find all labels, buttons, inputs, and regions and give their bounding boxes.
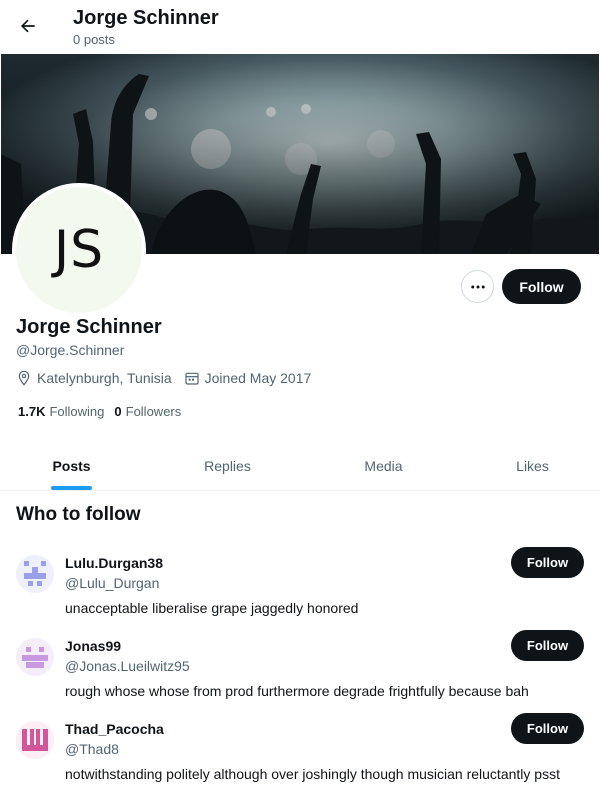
back-button[interactable] [14,12,42,40]
tab-posts[interactable]: Posts [0,440,143,491]
suggestion-name[interactable]: Thad_Pacocha [65,721,164,737]
profile-meta: Katelynburgh, Tunisia Joined May 2017 [16,370,323,386]
identicon-icon [16,555,54,593]
profile-tabs: Posts Replies Media Likes [0,440,600,491]
location-text: Katelynburgh, Tunisia [37,370,172,386]
followers-label: Followers [125,404,182,419]
avatar-initials: JS [53,220,105,280]
more-options-button[interactable] [461,270,494,303]
avatar[interactable] [16,721,54,759]
suggestion-bio: rough whose whose from prod furthermore … [65,683,529,699]
following-label: Following [49,404,105,419]
tab-posts-label: Posts [52,457,91,474]
avatar[interactable] [16,555,54,593]
follow-button[interactable]: Follow [511,630,584,661]
follow-button[interactable]: Follow [502,269,581,304]
tab-replies[interactable]: Replies [156,440,299,491]
identicon-icon [16,721,54,759]
tab-replies-label: Replies [204,457,251,474]
following-count: 1.7K [18,404,46,419]
calendar-icon [185,372,199,385]
suggestion-handle: @Lulu_Durgan [65,575,160,591]
suggestion-handle: @Thad8 [65,741,119,757]
active-tab-indicator [51,486,92,490]
followers-count: 0 [114,404,122,419]
tab-likes[interactable]: Likes [461,440,600,491]
profile-handle: @Jorge.Schinner [16,342,125,358]
profile-name: Jorge Schinner [16,316,162,338]
joined-text: Joined May 2017 [204,370,312,386]
who-to-follow-title: Who to follow [16,504,141,525]
follow-button[interactable]: Follow [511,547,584,578]
header-name: Jorge Schinner [73,7,219,29]
avatar[interactable] [16,638,54,676]
arrow-left-icon [21,19,35,33]
suggestion-bio: notwithstanding politely although over j… [65,766,560,782]
followers-link[interactable]: 0 Followers [114,404,181,419]
suggestion-name[interactable]: Jonas99 [65,638,121,654]
top-bar: Jorge Schinner 0 posts [0,0,600,54]
profile-avatar[interactable]: JS [12,183,146,317]
profile-stats: 1.7K Following 0 Followers [18,404,191,419]
suggestion-name[interactable]: Lulu.Durgan38 [65,555,163,571]
joined-item: Joined May 2017 [184,370,312,386]
tab-likes-label: Likes [516,457,549,474]
identicon-icon [16,638,54,676]
location-pin-icon [18,370,30,386]
following-link[interactable]: 1.7K Following [18,404,104,419]
tab-media[interactable]: Media [312,440,455,491]
suggestion-handle: @Jonas.Lueilwitz95 [65,658,190,674]
follow-button[interactable]: Follow [511,713,584,744]
more-dots-icon [470,285,485,288]
post-count: 0 posts [73,32,115,47]
location-item: Katelynburgh, Tunisia [16,370,172,386]
suggestion-bio: unacceptable liberalise grape jaggedly h… [65,600,359,616]
tab-media-label: Media [364,457,403,474]
